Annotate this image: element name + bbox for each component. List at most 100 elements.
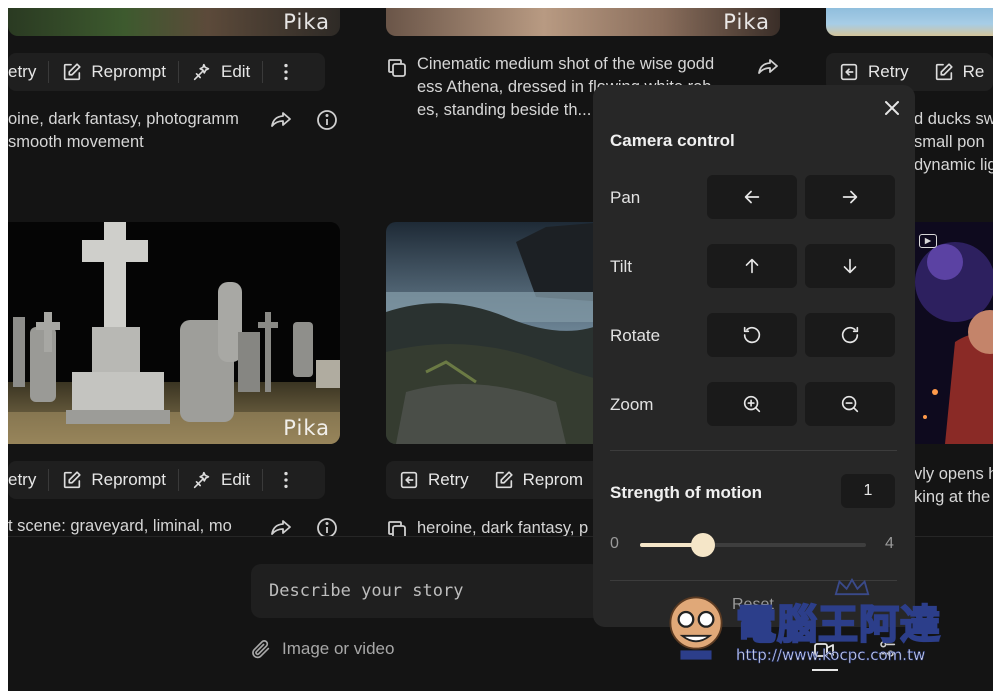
- video-thumbnail[interactable]: [915, 222, 993, 444]
- share-icon: [271, 520, 291, 535]
- zoom-out-button[interactable]: [805, 382, 895, 426]
- video-thumbnail[interactable]: Pika: [386, 8, 780, 36]
- magic-wand-icon: [193, 63, 210, 81]
- copy-icon: [388, 59, 406, 77]
- edit-square-icon: [495, 471, 513, 489]
- zoom-in-button[interactable]: [707, 382, 797, 426]
- video-thumbnail[interactable]: Pika: [8, 222, 340, 444]
- more-vertical-icon: [284, 471, 288, 489]
- tilt-up-button[interactable]: [707, 244, 797, 288]
- prompt-caption: d ducks sw small pon dynamic lig: [914, 110, 993, 174]
- rotate-ccw-icon: [743, 326, 761, 344]
- retry-label: Retry: [868, 62, 909, 81]
- panel-divider: [610, 450, 897, 451]
- card-actions-bar: etry Reprompt Edit: [8, 461, 325, 499]
- rotate-label: Rotate: [610, 326, 661, 345]
- pika-watermark: Pika: [283, 416, 330, 440]
- more-options-button[interactable]: [263, 461, 309, 499]
- pika-watermark: Pika: [723, 10, 770, 34]
- attach-label: Image or video: [282, 639, 395, 658]
- attach-media-button[interactable]: Image or video: [250, 638, 394, 660]
- strength-value-box[interactable]: 1: [841, 474, 895, 508]
- reprompt-button[interactable]: Re: [921, 53, 993, 91]
- watermark-title: 電腦王阿達: [735, 601, 941, 649]
- story-input[interactable]: [269, 581, 601, 601]
- prompt-caption: t scene: graveyard, liminal, mo: [8, 517, 232, 535]
- info-icon: [317, 110, 337, 130]
- video-thumbnail[interactable]: [386, 222, 606, 444]
- strength-value: 1: [863, 482, 873, 499]
- reprompt-label: Re: [962, 62, 985, 81]
- slider-knob[interactable]: [690, 533, 715, 557]
- edit-label: Edit: [220, 470, 251, 489]
- site-watermark: 電腦王阿達 http://www.kocpc.com.tw: [664, 578, 964, 668]
- pan-label: Pan: [610, 188, 641, 207]
- more-vertical-icon: [284, 63, 288, 81]
- tilt-down-button[interactable]: [805, 244, 895, 288]
- retry-button[interactable]: etry: [8, 461, 48, 499]
- share-button[interactable]: [268, 107, 294, 133]
- card-actions-bar: Retry Reprom: [386, 461, 593, 499]
- reprompt-button[interactable]: Reprompt: [49, 461, 178, 499]
- panel-title: Camera control: [610, 131, 735, 150]
- arrow-left-icon: [744, 190, 760, 204]
- camera-control-panel: Camera control Pan Tilt Rotate Zoom Stre…: [593, 85, 915, 627]
- play-icon: [924, 237, 932, 245]
- paperclip-icon: [252, 640, 270, 659]
- copy-prompt-button[interactable]: [384, 517, 410, 536]
- share-icon: [758, 59, 778, 74]
- retry-label: etry: [8, 470, 37, 489]
- share-button[interactable]: [755, 54, 781, 80]
- prompt-caption: vly opens h king at the: [914, 465, 993, 506]
- edit-button[interactable]: Edit: [179, 53, 262, 91]
- retry-icon: [840, 63, 858, 81]
- pan-left-button[interactable]: [707, 175, 797, 219]
- retry-button[interactable]: etry: [8, 53, 48, 91]
- close-icon: [885, 101, 899, 115]
- rotate-cw-button[interactable]: [805, 313, 895, 357]
- retry-label: etry: [8, 62, 37, 81]
- slider-min-label: 0: [610, 535, 619, 552]
- app-window: Pika Pika etry Reprompt Edit Retry Re Ci…: [8, 8, 993, 691]
- slider-max-label: 4: [885, 535, 894, 552]
- coastal-cliff-image: [386, 222, 606, 444]
- video-thumbnail[interactable]: [826, 8, 993, 36]
- magic-wand-icon: [193, 471, 210, 489]
- retry-label: Retry: [428, 470, 469, 489]
- pan-right-button[interactable]: [805, 175, 895, 219]
- edit-square-icon: [64, 471, 81, 489]
- watermark-url: http://www.kocpc.com.tw: [736, 646, 926, 665]
- rotate-ccw-button[interactable]: [707, 313, 797, 357]
- strength-slider[interactable]: [640, 533, 866, 557]
- tilt-label: Tilt: [610, 257, 633, 276]
- zoom-in-icon: [743, 395, 761, 413]
- reprompt-button[interactable]: Reprompt: [49, 53, 178, 91]
- video-thumbnail[interactable]: Pika: [8, 8, 340, 36]
- info-button[interactable]: [314, 107, 340, 133]
- pika-watermark: Pika: [283, 10, 330, 34]
- edit-button[interactable]: Edit: [179, 461, 262, 499]
- reprompt-label: Reprompt: [91, 470, 166, 489]
- info-button[interactable]: [314, 515, 340, 536]
- share-button[interactable]: [268, 515, 294, 536]
- prompt-caption: oine, dark fantasy, photogramm smooth mo…: [8, 110, 239, 151]
- reprompt-label: Reprompt: [91, 62, 166, 81]
- mascot-logo-icon: [669, 596, 723, 660]
- zoom-label: Zoom: [610, 395, 654, 414]
- story-prompt-box[interactable]: [251, 564, 601, 618]
- reprompt-button[interactable]: Reprom: [481, 461, 593, 499]
- graveyard-image: [8, 222, 340, 444]
- card-actions-bar: etry Reprompt Edit: [8, 53, 325, 91]
- arrow-down-icon: [843, 258, 857, 274]
- retry-icon: [400, 471, 418, 489]
- copy-prompt-button[interactable]: [384, 55, 410, 81]
- active-indicator: [812, 669, 838, 671]
- edit-label: Edit: [220, 62, 251, 81]
- copy-icon: [388, 521, 406, 536]
- close-panel-button[interactable]: [879, 95, 905, 121]
- zoom-out-icon: [841, 395, 859, 413]
- reprompt-label: Reprom: [522, 470, 584, 489]
- edit-square-icon: [64, 63, 81, 81]
- more-options-button[interactable]: [263, 53, 309, 91]
- retry-button[interactable]: Retry: [386, 461, 481, 499]
